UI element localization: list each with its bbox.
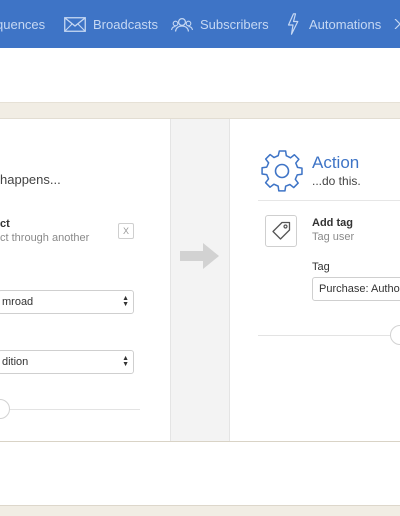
top-nav: quences Broadcasts Subscribers Automatio… (0, 0, 400, 48)
trigger-item-title: ct (0, 218, 10, 230)
users-icon (171, 17, 193, 32)
divider (258, 200, 400, 201)
nav-item-label: Automations (309, 16, 382, 32)
nav-item-subscribers[interactable]: Subscribers (171, 0, 269, 48)
nav-item-broadcasts[interactable]: Broadcasts (64, 0, 158, 48)
trigger-product-select[interactable]: mroad ▲ ▼ (0, 290, 134, 314)
select-caret-icon: ▲ ▼ (122, 295, 129, 308)
select-value: dition (2, 356, 29, 368)
add-action-button[interactable] (390, 325, 400, 345)
lightning-icon (287, 13, 299, 35)
trigger-item-description: ct through another (0, 232, 90, 244)
action-item-description: Tag user (312, 231, 355, 243)
select-value: Purchase: Author (319, 283, 400, 295)
divider (258, 335, 400, 336)
nav-item-label: Broadcasts (93, 16, 159, 32)
tag-field-label: Tag (312, 261, 330, 273)
flow-connector (170, 119, 230, 441)
trigger-condition-select[interactable]: dition ▲ ▼ (0, 350, 134, 374)
remove-trigger-button[interactable]: X (118, 223, 134, 239)
nav-item-label: Subscribers (200, 16, 269, 32)
select-value: mroad (2, 296, 34, 308)
automation-rule-panel: happens... ct ct through another X mroad… (0, 118, 400, 442)
select-caret-icon: ▲ ▼ (122, 355, 129, 368)
add-trigger-button[interactable] (0, 399, 10, 419)
action-item-title: Add tag (312, 217, 353, 229)
panel-footer (0, 442, 400, 506)
nav-item-sequences[interactable]: quences (0, 0, 45, 48)
arrow-right-icon (179, 241, 221, 276)
action-title: Action (312, 153, 360, 172)
divider (0, 409, 140, 410)
more-icon (394, 18, 400, 30)
tag-select[interactable]: Purchase: Author (312, 277, 400, 301)
page-header (0, 48, 400, 103)
nav-item-label: quences (0, 16, 46, 32)
action-subtitle: ...do this. (312, 174, 361, 188)
gear-icon (260, 149, 304, 198)
envelope-icon (64, 16, 86, 32)
nav-item-automations[interactable]: Automations (287, 0, 381, 48)
header-spacer (0, 104, 400, 118)
trigger-subtitle: happens... (0, 172, 61, 187)
tag-icon (265, 215, 297, 247)
